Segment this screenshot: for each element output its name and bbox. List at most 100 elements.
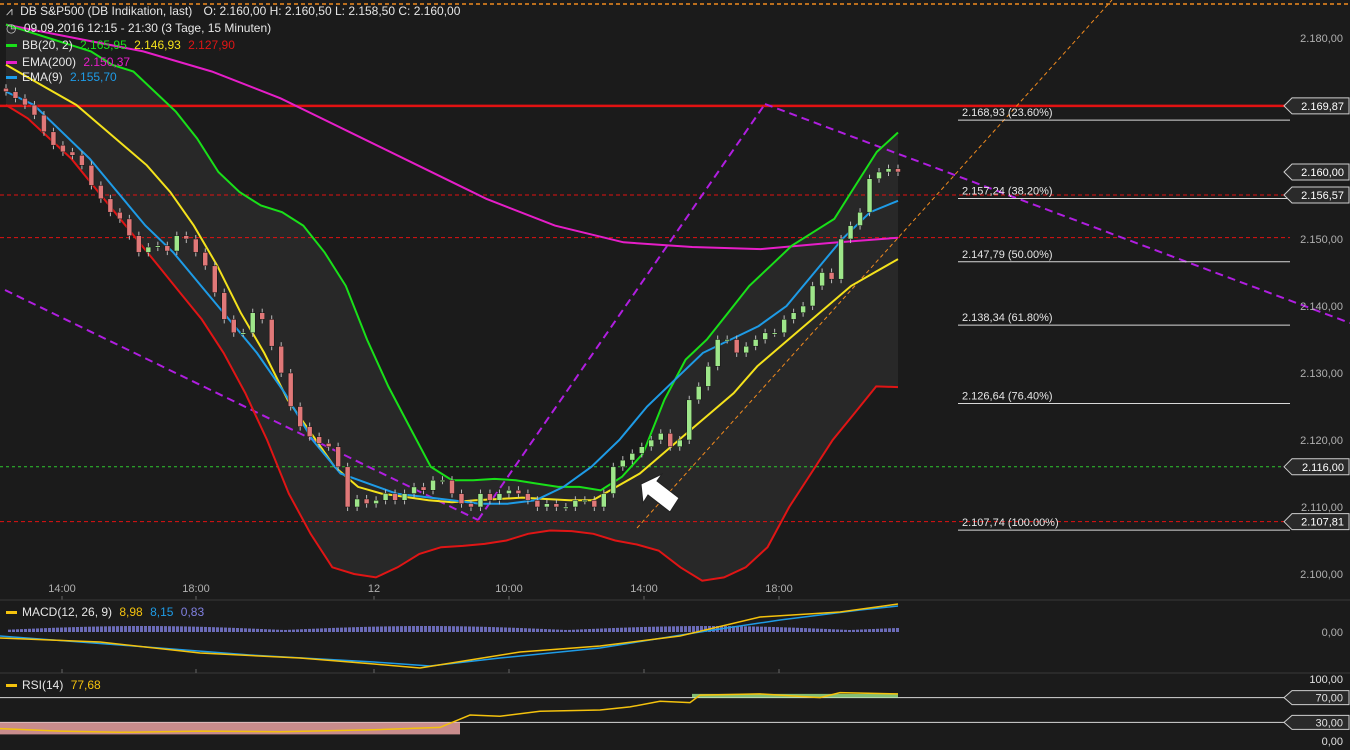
candle-body [534, 500, 541, 508]
macd-histogram-bar [108, 626, 111, 632]
candle-body [212, 265, 218, 293]
macd-histogram-bar [800, 627, 803, 632]
ema9-label: EMA(9) [22, 70, 63, 84]
macd-histogram-bar [544, 629, 547, 632]
chart-type-icon[interactable]: ⩘ [6, 4, 13, 18]
bb-swatch [6, 44, 17, 48]
macd-histogram-bar [868, 629, 871, 632]
candle-body [743, 345, 749, 354]
rsi-axis-label: 70,00 [1315, 693, 1343, 705]
macd-histogram-bar [668, 626, 671, 632]
candle-body [430, 479, 436, 491]
candle-body [363, 498, 370, 504]
macd-histogram-bar [344, 627, 347, 632]
macd-histogram-bar [144, 626, 147, 632]
candle-body [639, 446, 645, 454]
macd-histogram-bar [388, 626, 391, 632]
candle-body [828, 272, 835, 280]
macd-histogram-bar [212, 627, 215, 632]
price-badge-label: 2.156,57 [1301, 190, 1344, 202]
candle-body [193, 238, 199, 253]
time-tick-label: 12 [368, 583, 380, 595]
macd-histogram-bar [864, 629, 867, 632]
macd-histogram-bar [328, 628, 331, 632]
price-tick-label: 2.150,00 [1300, 234, 1343, 246]
candle-body [714, 339, 721, 367]
candle-body [781, 319, 787, 334]
legend-bollinger[interactable]: BB(20, 2) 2.165,95 2.146,93 2.127,90 [6, 38, 239, 52]
candle-body [885, 168, 892, 173]
macd-histogram-bar [200, 626, 203, 632]
macd-histogram-bar [336, 627, 339, 632]
macd-histogram-bar [332, 627, 335, 632]
macd-histogram-bar [416, 626, 419, 632]
candle-body [809, 285, 816, 307]
macd-histogram-bar [740, 626, 743, 632]
macd-histogram-bar [56, 627, 59, 632]
macd-histogram-bar [152, 626, 155, 632]
rsi-legend[interactable]: RSI(14) 77,68 [6, 678, 101, 692]
candle-body [591, 500, 598, 508]
macd-histogram-bar [76, 627, 79, 632]
legend-ema9[interactable]: EMA(9) 2.155,70 [6, 70, 121, 84]
chart-background [0, 0, 1350, 750]
macd-histogram-bar [32, 628, 35, 632]
macd-histogram-bar [396, 626, 399, 632]
candle-body [648, 439, 655, 447]
candle-body [525, 493, 531, 501]
macd-histogram-bar [808, 628, 811, 632]
macd-histogram-bar [768, 626, 771, 632]
candle-body [876, 171, 882, 179]
price-tick-label: 2.100,00 [1300, 569, 1343, 581]
macd-histogram-bar [684, 626, 687, 632]
macd-histogram-bar [420, 626, 423, 632]
macd-histogram-bar [620, 627, 623, 632]
macd-histogram-bar [660, 626, 663, 632]
candle-body [88, 165, 95, 186]
macd-histogram-bar [148, 626, 151, 632]
macd-histogram-bar [208, 627, 211, 632]
macd-histogram-bar [820, 628, 823, 632]
macd-histogram-bar [604, 628, 607, 632]
fib-level-label: 2.138,34 (61.80%) [962, 312, 1053, 324]
macd-histogram-bar [876, 628, 879, 632]
price-chart[interactable]: 2.168,93 (23.60%) 2.157,24 (38.20%) 2.147,… [0, 0, 1350, 750]
macd-histogram-bar [824, 628, 827, 632]
macd-histogram-bar [536, 628, 539, 632]
macd-histogram-bar [240, 628, 243, 632]
macd-legend[interactable]: MACD(12, 26, 9) 8,98 8,15 0,83 [6, 605, 204, 619]
macd-histogram-bar [624, 627, 627, 632]
macd-histogram-bar [444, 626, 447, 632]
macd-histogram-bar [688, 626, 691, 632]
macd-histogram-bar [780, 627, 783, 632]
price-tick-label: 2.110,00 [1301, 502, 1343, 514]
bb-label: BB(20, 2) [22, 38, 73, 52]
macd-histogram-bar [196, 626, 199, 632]
macd-axis-label: 0,00 [1322, 627, 1343, 639]
candle-body [895, 168, 901, 173]
header-period-row: ◷ 09.09.2016 12:15 - 21:30 (3 Tage, 15 M… [6, 21, 275, 35]
macd-histogram-bar [232, 627, 235, 632]
candle-body [31, 104, 38, 116]
macd-histogram-bar [792, 627, 795, 632]
macd-histogram-bar [256, 628, 259, 632]
macd-histogram-bar [368, 626, 371, 632]
macd-histogram-bar [296, 629, 299, 632]
candle-body [126, 218, 133, 236]
macd-histogram-bar [616, 627, 619, 632]
macd-histogram-bar [260, 628, 263, 632]
macd-histogram-bar [640, 627, 643, 632]
legend-ema200[interactable]: EMA(200) 2.150,37 [6, 55, 134, 69]
macd-histogram-bar [52, 627, 55, 632]
macd-label: MACD(12, 26, 9) [22, 605, 113, 619]
macd-histogram-bar [188, 626, 191, 632]
macd-histogram-bar [656, 626, 659, 632]
ema200-value: 2.150,37 [83, 55, 131, 69]
macd-histogram-bar [580, 629, 583, 632]
macd-histogram-bar [692, 626, 695, 632]
macd-histogram-bar [216, 627, 219, 632]
candle-body [325, 443, 332, 447]
macd-histogram-bar [320, 628, 323, 632]
macd-histogram-bar [376, 626, 379, 632]
macd-histogram-bar [784, 627, 787, 632]
